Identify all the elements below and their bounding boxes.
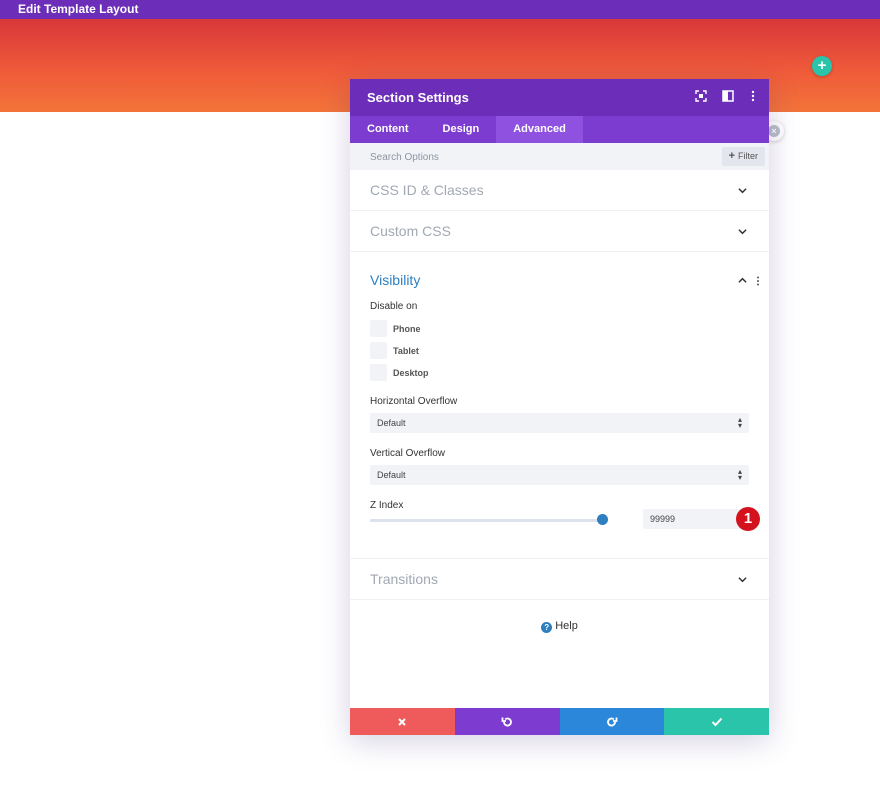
modal-header: Section Settings (350, 79, 769, 116)
save-button[interactable] (664, 708, 769, 735)
z-index-label: Z Index (370, 500, 404, 511)
expand-icon[interactable] (695, 90, 709, 104)
checkbox-phone[interactable] (370, 320, 387, 337)
tab-content[interactable]: Content (350, 116, 426, 143)
css-id-classes-title: CSS ID & Classes (370, 182, 484, 198)
top-bar-title: Edit Template Layout (0, 0, 880, 19)
more-options-icon[interactable] (747, 90, 761, 104)
disable-on-label: Disable on (370, 301, 418, 312)
select-arrows-icon: ▴ ▾ (737, 415, 742, 430)
visibility-title[interactable]: Visibility (370, 272, 420, 288)
tab-design[interactable]: Design (426, 116, 497, 143)
z-index-value: 99999 (650, 514, 676, 524)
section-settings-modal: Section Settings Content Design Advanced… (350, 79, 769, 735)
select-arrows-icon: ▴ ▾ (737, 467, 742, 482)
close-icon (398, 718, 407, 726)
transitions-section[interactable]: Transitions (350, 559, 769, 600)
checkbox-tablet[interactable] (370, 342, 387, 359)
vertical-overflow-select[interactable]: Default ▴ ▾ (370, 465, 749, 485)
custom-css-title: Custom CSS (370, 223, 451, 239)
split-view-icon[interactable] (722, 90, 736, 104)
vertical-overflow-label: Vertical Overflow (370, 448, 446, 459)
tab-advanced[interactable]: Advanced (496, 116, 583, 143)
z-index-input[interactable]: 99999 (643, 509, 743, 529)
search-input[interactable]: Search Options (370, 152, 439, 163)
redo-icon (607, 717, 618, 727)
undo-icon (501, 717, 512, 727)
chevron-down-icon (738, 577, 747, 583)
chevron-up-icon[interactable] (738, 276, 747, 285)
modal-tabs: Content Design Advanced (350, 116, 769, 143)
help-icon: ? (541, 622, 553, 633)
custom-css-section[interactable]: Custom CSS (350, 211, 769, 252)
help-link[interactable]: ? Help (350, 620, 769, 633)
filter-label: Filter (738, 151, 758, 161)
z-index-slider-handle[interactable] (597, 514, 608, 525)
horizontal-overflow-select[interactable]: Default ▴ ▾ (370, 413, 749, 433)
checkmark-icon (711, 717, 722, 727)
z-index-slider-fill (370, 519, 608, 522)
visibility-section: Visibility Disable on Phone Tablet Deskt… (350, 252, 769, 559)
chevron-down-icon (738, 229, 747, 235)
help-label: Help (555, 620, 578, 632)
horizontal-overflow-value: Default (377, 418, 406, 428)
step-number-badge: 1 (736, 507, 760, 531)
redo-button[interactable] (559, 708, 665, 735)
checkbox-phone-label: Phone (393, 324, 421, 334)
transitions-title: Transitions (370, 571, 438, 587)
vertical-overflow-value: Default (377, 470, 406, 480)
css-id-classes-section[interactable]: CSS ID & Classes (350, 170, 769, 211)
checkbox-desktop-label: Desktop (393, 368, 429, 378)
horizontal-overflow-label: Horizontal Overflow (370, 396, 458, 407)
add-section-plus-icon[interactable]: + (812, 56, 832, 76)
filter-button[interactable]: + Filter (721, 147, 765, 166)
close-icon: × (768, 125, 780, 137)
section-menu-icon[interactable] (756, 276, 760, 286)
chevron-down-icon (738, 188, 747, 194)
checkbox-tablet-label: Tablet (393, 346, 419, 356)
modal-footer (350, 708, 769, 735)
cancel-button[interactable] (350, 708, 455, 735)
z-index-slider-track[interactable] (370, 519, 608, 522)
plus-icon: + (728, 150, 735, 162)
search-bar: Search Options + Filter (350, 143, 769, 170)
undo-button[interactable] (454, 708, 560, 735)
checkbox-desktop[interactable] (370, 364, 387, 381)
modal-title: Section Settings (367, 90, 469, 105)
